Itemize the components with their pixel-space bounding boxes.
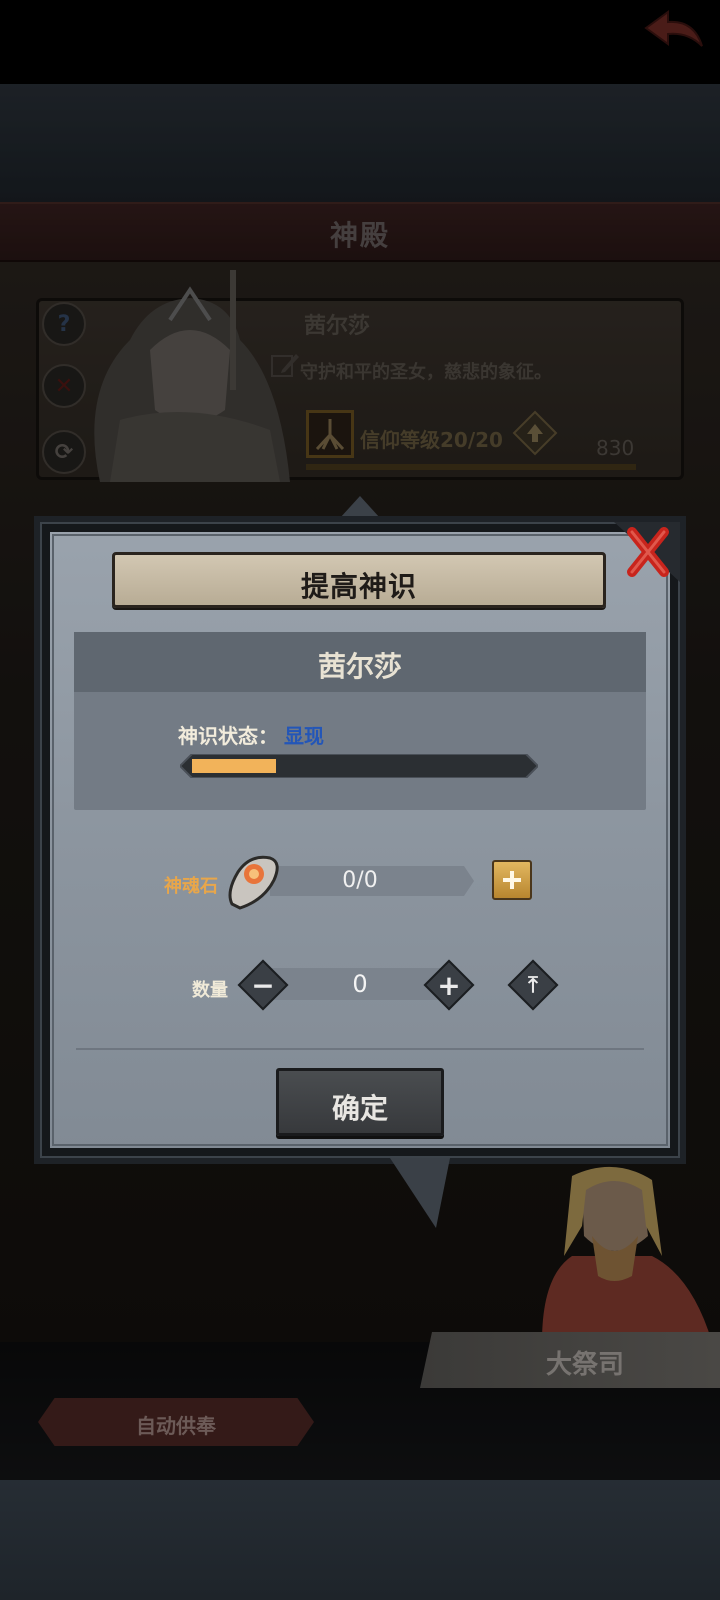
minus-icon: − [251,968,275,1002]
confirm-button[interactable]: 确定 [276,1068,444,1136]
enhance-dialog [34,516,686,1164]
state-label: 神识状态： [178,724,278,748]
status-bar-area [0,0,720,84]
character-name: 茜尔莎 [317,650,402,683]
plus-icon: + [437,968,461,1002]
max-quantity-button[interactable]: ⤒ [507,959,559,1011]
dialog-notch [340,496,380,518]
confirm-label: 确定 [331,1092,388,1125]
soul-stone-icon [228,855,279,910]
increase-quantity-button[interactable]: + [423,959,475,1011]
state-progress-fill [192,759,276,773]
soul-stone-label: 神魂石 [164,876,218,897]
dialog-title: 提高神识 [300,570,417,603]
max-arrow-icon: ⤒ [528,972,538,998]
priest-name: 大祭司 [545,1350,624,1380]
dialog-tail [390,1158,450,1228]
decrease-quantity-button[interactable]: − [237,959,289,1011]
soul-stone-count: 0/0 [342,868,378,893]
auto-offer-label: 自动供奉 [136,1414,216,1438]
state-value: 显现 [284,724,324,748]
back-arrow-icon[interactable] [642,6,706,54]
quantity-label: 数量 [192,980,228,1001]
state-progress-bar [180,754,538,778]
close-dialog-icon[interactable] [614,522,680,582]
plus-icon [503,871,521,889]
background-footer [0,1480,720,1600]
priest-portrait [542,1166,712,1342]
dialog-inner-border [52,534,668,1146]
add-soul-stone-button[interactable] [492,860,532,900]
dialog-divider [76,1048,644,1050]
quantity-value: 0 [352,970,368,998]
dialog-title-plate: 提高神识 [112,552,606,608]
